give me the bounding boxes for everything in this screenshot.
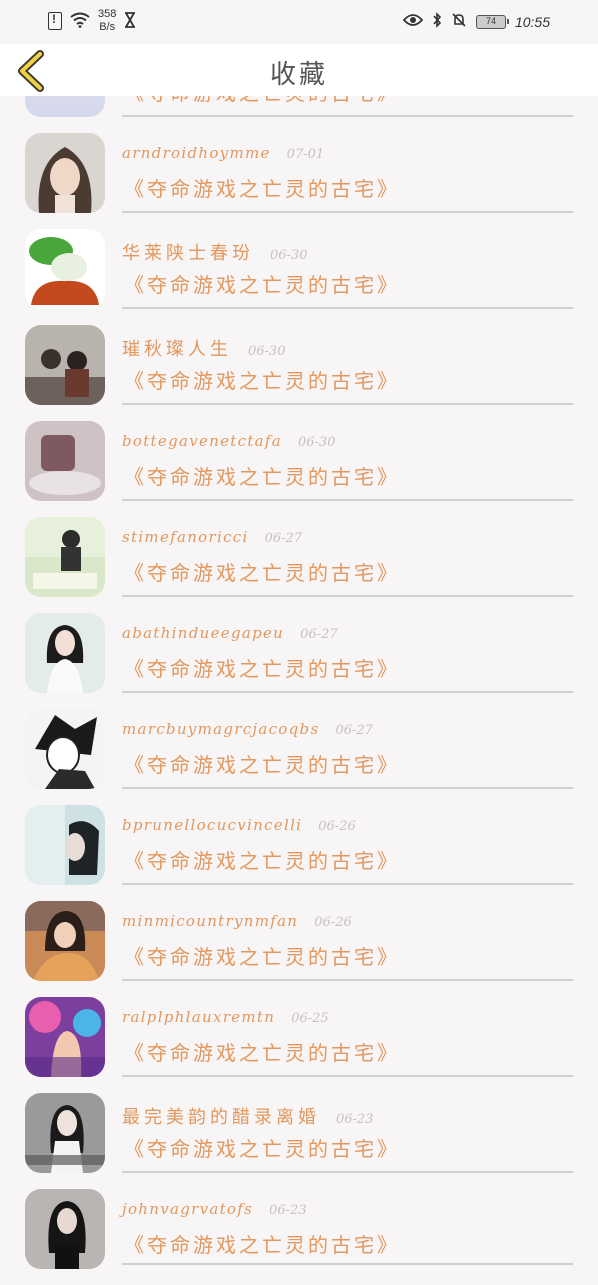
username[interactable]: ralplphlauxremtn <box>122 1008 275 1026</box>
divider <box>122 691 573 693</box>
bluetooth-icon <box>432 12 442 31</box>
date: 06-26 <box>314 915 352 930</box>
date: 06-27 <box>335 723 373 738</box>
username[interactable]: 华莱陕士春玢 <box>122 243 254 264</box>
avatar <box>25 1093 105 1173</box>
divider <box>122 1075 573 1077</box>
divider <box>122 595 573 597</box>
avatar <box>25 805 105 885</box>
bell-muted-icon <box>451 12 467 31</box>
net-speed: 358 B/s <box>98 8 117 33</box>
book-title[interactable]: 《夺命游戏之亡灵的古宅》 <box>124 1133 400 1162</box>
date: 06-23 <box>336 1112 374 1127</box>
list-item[interactable]: bottegavenetctafa 06-30 《夺命游戏之亡灵的古宅》 <box>0 421 598 517</box>
username[interactable]: bottegavenetctafa <box>122 432 282 450</box>
avatar <box>25 229 105 309</box>
list-item[interactable]: stimefanoricci 06-27 《夺命游戏之亡灵的古宅》 <box>0 517 598 613</box>
list-item[interactable]: abathindueegapeu 06-27 《夺命游戏之亡灵的古宅》 <box>0 613 598 709</box>
date: 06-25 <box>291 1011 329 1026</box>
username[interactable]: 璀秋璨人生 <box>122 339 232 360</box>
clock: 10:55 <box>514 13 550 30</box>
book-title[interactable]: 《夺命游戏之亡灵的古宅》 <box>124 941 400 970</box>
divider <box>122 403 573 405</box>
book-title[interactable]: 《夺命游戏之亡灵的古宅》 <box>124 845 400 874</box>
username[interactable]: bprunellocucvincelli <box>122 816 302 834</box>
date: 06-30 <box>298 435 336 450</box>
list-item[interactable]: johnvagrvatofs 06-23 《夺命游戏之亡灵的古宅》 <box>0 1189 598 1285</box>
divider <box>122 115 573 117</box>
date: 06-30 <box>248 344 286 359</box>
divider <box>122 883 573 885</box>
avatar <box>25 997 105 1077</box>
book-title[interactable]: 《夺命游戏之亡灵的古宅》 <box>124 749 400 778</box>
eye-icon <box>402 13 424 30</box>
book-title[interactable]: 《夺命游戏之亡灵的古宅》 <box>124 557 400 586</box>
username[interactable]: abathindueegapeu <box>122 624 284 642</box>
date: 06-30 <box>270 248 308 263</box>
date: 06-26 <box>318 819 356 834</box>
wifi-icon <box>70 12 90 31</box>
book-title[interactable]: 《夺命游戏之亡灵的古宅》 <box>124 1037 400 1066</box>
divider <box>122 1263 573 1265</box>
list-item[interactable]: minmicountrynmfan 06-26 《夺命游戏之亡灵的古宅》 <box>0 901 598 997</box>
divider <box>122 211 573 213</box>
avatar <box>25 1189 105 1269</box>
username[interactable]: marcbuymagrcjacoqbs <box>122 720 319 738</box>
list-item[interactable]: marcbuymagrcjacoqbs 06-27 《夺命游戏之亡灵的古宅》 <box>0 709 598 805</box>
date: 06-23 <box>269 1203 307 1218</box>
book-title[interactable]: 《夺命游戏之亡灵的古宅》 <box>124 365 400 394</box>
avatar <box>25 709 105 789</box>
battery-indicator: 74 <box>475 14 509 29</box>
status-bar: 358 B/s 74 10:55 <box>0 0 598 44</box>
divider <box>122 307 573 309</box>
list-item[interactable]: ralplphlauxremtn 06-25 《夺命游戏之亡灵的古宅》 <box>0 997 598 1093</box>
avatar <box>25 325 105 405</box>
username[interactable]: stimefanoricci <box>122 528 249 546</box>
username[interactable]: johnvagrvatofs <box>122 1200 253 1218</box>
book-title[interactable]: 《夺命游戏之亡灵的古宅》 <box>124 1229 400 1258</box>
list-item[interactable]: 璀秋璨人生 06-30 《夺命游戏之亡灵的古宅》 <box>0 325 598 421</box>
book-title[interactable]: 《夺命游戏之亡灵的古宅》 <box>124 653 400 682</box>
hourglass-icon <box>124 11 136 31</box>
page-title: 收藏 <box>269 60 328 90</box>
list-item[interactable]: arndroidhoymme 07-01 《夺命游戏之亡灵的古宅》 <box>0 133 598 229</box>
book-title[interactable]: 《夺命游戏之亡灵的古宅》 <box>124 461 400 490</box>
username[interactable]: arndroidhoymme <box>122 144 271 162</box>
avatar <box>25 517 105 597</box>
date: 07-01 <box>286 147 325 162</box>
avatar <box>25 613 105 693</box>
nav-bar: 收藏 <box>0 44 598 96</box>
username[interactable]: 最完美韵的醋录离婚 <box>122 1107 320 1128</box>
avatar <box>25 421 105 501</box>
divider <box>122 1171 573 1173</box>
book-title[interactable]: 《夺命游戏之亡灵的古宅》 <box>124 173 400 202</box>
avatar <box>25 901 105 981</box>
list-item[interactable]: 最完美韵的醋录离婚 06-23 《夺命游戏之亡灵的古宅》 <box>0 1093 598 1189</box>
divider <box>122 979 573 981</box>
date: 06-27 <box>300 627 338 642</box>
username[interactable]: minmicountrynmfan <box>122 912 298 930</box>
list-item[interactable]: 华莱陕士春玢 06-30 《夺命游戏之亡灵的古宅》 <box>0 229 598 325</box>
date: 06-27 <box>264 531 303 546</box>
divider <box>122 499 573 501</box>
list-item[interactable]: bprunellocucvincelli 06-26 《夺命游戏之亡灵的古宅》 <box>0 805 598 901</box>
sim-alert-icon <box>48 12 62 30</box>
avatar <box>25 133 105 213</box>
divider <box>122 787 573 789</box>
book-title[interactable]: 《夺命游戏之亡灵的古宅》 <box>124 269 400 298</box>
